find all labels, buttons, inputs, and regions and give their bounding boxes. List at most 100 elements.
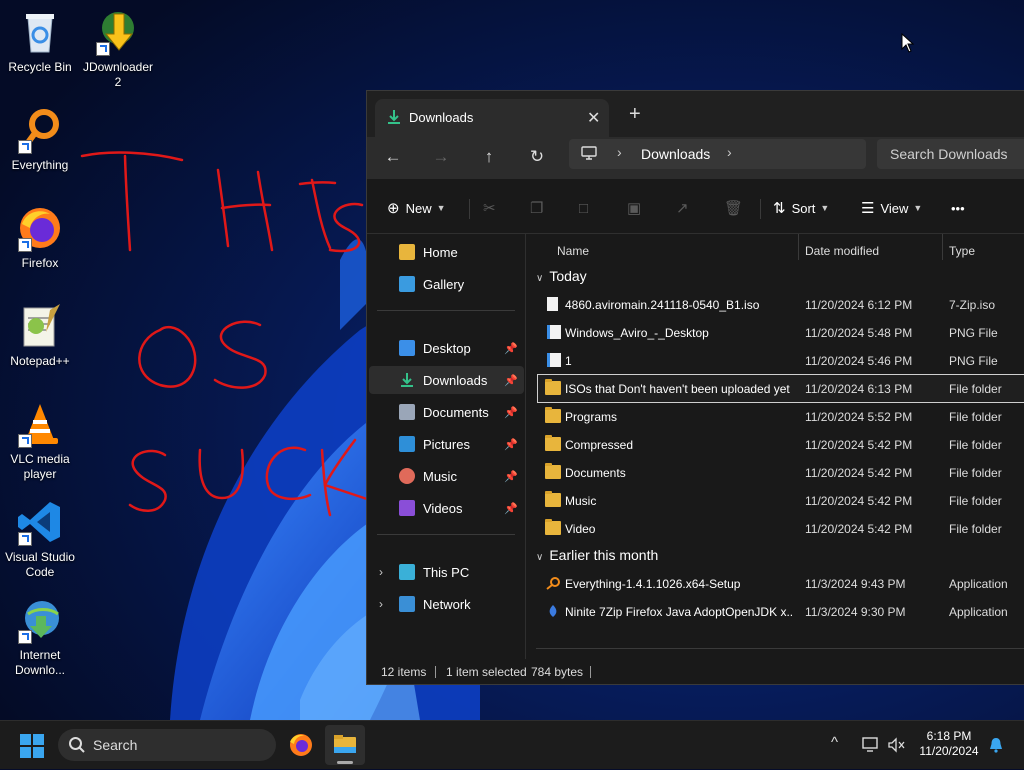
- pin-icon: 📌: [504, 502, 518, 515]
- cut-icon[interactable]: ✂: [483, 197, 502, 219]
- pin-icon: 📌: [504, 406, 518, 419]
- back-arrow-icon[interactable]: ←: [381, 147, 405, 167]
- nav-item-label: Pictures: [423, 436, 470, 452]
- desktop-icon-everything[interactable]: Everything: [0, 106, 80, 173]
- delete-icon[interactable]: 🗑: [724, 197, 749, 219]
- copy-icon[interactable]: ❐: [530, 197, 549, 219]
- desktop-icon-label: Internet Downlo...: [14, 648, 66, 677]
- nav-item-network[interactable]: › Network: [369, 590, 524, 618]
- desktop-icon-internet-download-manager[interactable]: Internet Downlo...: [0, 596, 80, 678]
- file-name: Windows_Aviro_-_Desktop: [565, 326, 709, 340]
- file-date: 11/20/2024 5:42 PM: [805, 494, 913, 508]
- desktop-icon-vscode[interactable]: Visual Studio Code: [0, 498, 80, 580]
- mouse-cursor-icon: [901, 33, 915, 53]
- file-row[interactable]: 1 11/20/2024 5:46 PM PNG File: [538, 347, 1024, 374]
- desktop-icon-label: JDownloader 2: [82, 60, 154, 89]
- nav-item-label: Videos: [423, 500, 463, 516]
- group-header-earlier-this-month[interactable]: ∨ Earlier this month: [536, 547, 658, 563]
- ninite-icon: [549, 605, 557, 617]
- pin-icon: 📌: [504, 342, 518, 355]
- file-row[interactable]: Music 11/20/2024 5:42 PM File folder: [538, 487, 1024, 514]
- file-row[interactable]: Ninite 7Zip Firefox Java AdoptOpenJDK x.…: [538, 598, 1024, 625]
- taskbar-search-box[interactable]: Search: [58, 729, 276, 761]
- desktop-icon-notepad-plus-plus[interactable]: Notepad++: [0, 302, 80, 369]
- desktop-icon-jdownloader[interactable]: JDownloader 2: [78, 8, 158, 90]
- nav-item-label: Music: [423, 468, 457, 484]
- horizontal-scrollbar[interactable]: [536, 648, 1024, 649]
- desktop-icon-firefox[interactable]: Firefox: [0, 204, 80, 271]
- file-type: 7-Zip.iso: [949, 298, 996, 312]
- file-name: Music: [565, 494, 597, 508]
- nav-item-gallery[interactable]: Gallery: [369, 270, 524, 298]
- windows-start-icon[interactable]: [20, 734, 44, 758]
- nav-item-label: Desktop: [423, 340, 471, 356]
- taskbar-firefox[interactable]: [281, 725, 321, 765]
- file-row[interactable]: Compressed 11/20/2024 5:42 PM File folde…: [538, 431, 1024, 458]
- more-options-button[interactable]: •••: [951, 197, 965, 219]
- forward-arrow-icon[interactable]: →: [429, 147, 453, 167]
- nav-item-documents[interactable]: Documents 📌: [369, 398, 524, 426]
- png-file-icon: [547, 325, 561, 339]
- nav-item-this-pc[interactable]: › This PC: [369, 558, 524, 586]
- column-header-type[interactable]: Type: [949, 244, 975, 258]
- folder-icon: [545, 491, 561, 507]
- download-icon: [401, 373, 413, 387]
- column-header-name[interactable]: Name: [557, 244, 589, 258]
- pin-icon: 📌: [504, 470, 518, 483]
- taskbar: Search ^ 6:18 PM 11/20/2024: [0, 720, 1024, 769]
- file-row[interactable]: Programs 11/20/2024 5:52 PM File folder: [538, 403, 1024, 430]
- chevron-right-icon[interactable]: ›: [727, 144, 732, 160]
- chevron-right-icon[interactable]: ›: [379, 597, 383, 611]
- file-row[interactable]: Everything-1.4.1.1026.x64-Setup 11/3/202…: [538, 570, 1024, 597]
- address-bar[interactable]: › Downloads ›: [569, 139, 866, 169]
- breadcrumb-downloads[interactable]: Downloads: [641, 146, 710, 162]
- group-header-today[interactable]: ∨ Today: [536, 268, 587, 284]
- file-row[interactable]: Video 11/20/2024 5:42 PM File folder: [538, 515, 1024, 542]
- tab-title: Downloads: [409, 110, 474, 125]
- refresh-icon[interactable]: ↻: [525, 147, 549, 167]
- file-name: Programs: [565, 410, 618, 424]
- chevron-right-icon[interactable]: ›: [617, 144, 622, 160]
- tab-downloads[interactable]: Downloads ✕: [375, 99, 609, 137]
- network-status-icon[interactable]: [862, 737, 880, 753]
- desktop-icon-recycle-bin[interactable]: Recycle Bin: [0, 8, 80, 75]
- taskbar-file-explorer[interactable]: [325, 725, 365, 765]
- close-tab-button[interactable]: ✕: [587, 108, 600, 128]
- column-header-date[interactable]: Date modified: [805, 244, 879, 258]
- file-explorer-window: Downloads ✕ + ← → ↑ ↻ › Downloads › Sear…: [366, 90, 1024, 685]
- file-row[interactable]: Documents 11/20/2024 5:42 PM File folder: [538, 459, 1024, 486]
- sort-button[interactable]: ⇅ Sort ▼: [773, 197, 829, 219]
- notification-bell-icon[interactable]: [988, 737, 1004, 753]
- shortcut-arrow-icon: [18, 532, 32, 546]
- sort-label: Sort: [791, 200, 816, 216]
- rename-icon[interactable]: ▣: [627, 197, 647, 219]
- nav-item-music[interactable]: Music 📌: [369, 462, 524, 490]
- new-tab-button[interactable]: +: [629, 103, 641, 126]
- file-row-selected[interactable]: ISOs that Don't haven't been uploaded ye…: [537, 374, 1024, 403]
- file-icon: [547, 297, 558, 311]
- paste-icon[interactable]: □: [579, 197, 594, 219]
- show-hidden-icons-chevron-icon[interactable]: ^: [831, 734, 838, 751]
- column-divider[interactable]: [942, 234, 943, 260]
- desktop-icon-vlc[interactable]: VLC media player: [0, 400, 80, 482]
- up-arrow-icon[interactable]: ↑: [477, 147, 501, 167]
- file-date: 11/20/2024 6:13 PM: [805, 382, 913, 396]
- nav-item-downloads[interactable]: Downloads 📌: [369, 366, 524, 394]
- column-divider[interactable]: [798, 234, 799, 260]
- file-row[interactable]: Windows_Aviro_-_Desktop 11/20/2024 5:48 …: [538, 319, 1024, 346]
- file-row[interactable]: 4860.aviromain.241118-0540_B1.iso 11/20/…: [538, 291, 1024, 318]
- clock[interactable]: 6:18 PM 11/20/2024: [914, 729, 984, 759]
- file-type: File folder: [949, 522, 1002, 536]
- nav-item-pictures[interactable]: Pictures 📌: [369, 430, 524, 458]
- view-button[interactable]: ☰ View ▼: [861, 197, 922, 219]
- volume-muted-icon[interactable]: [887, 737, 905, 753]
- chevron-down-icon: ▼: [820, 203, 830, 213]
- search-input[interactable]: Search Downloads: [877, 139, 1024, 169]
- nav-item-videos[interactable]: Videos 📌: [369, 494, 524, 522]
- computer-icon: [581, 146, 597, 160]
- nav-item-home[interactable]: Home: [369, 238, 524, 266]
- new-button[interactable]: ⊕ New ▼: [387, 197, 446, 219]
- nav-item-desktop[interactable]: Desktop 📌: [369, 334, 524, 362]
- share-icon[interactable]: ↗: [676, 197, 695, 219]
- chevron-right-icon[interactable]: ›: [379, 565, 383, 579]
